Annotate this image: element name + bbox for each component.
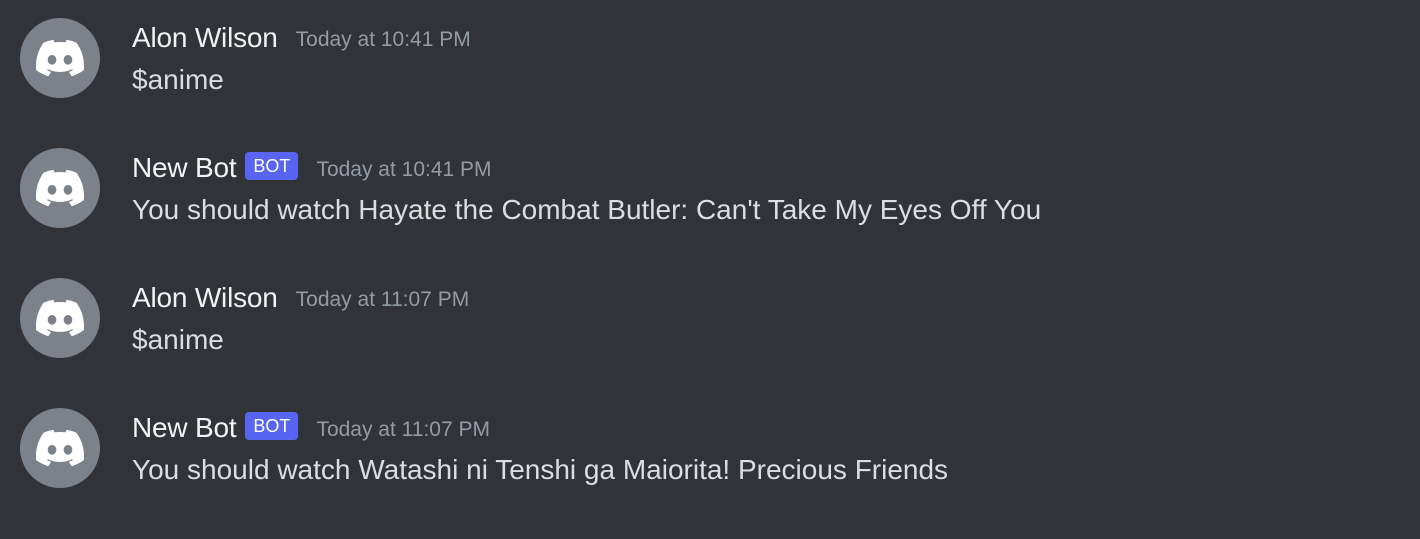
username[interactable]: New Bot [132,412,237,444]
message-content: You should watch Hayate the Combat Butle… [132,194,1042,225]
message-content: $anime [132,64,224,95]
timestamp: Today at 10:41 PM [295,28,471,51]
message: Alon Wilson Today at 11:07 PM $anime [0,260,1420,360]
discord-logo-icon [36,299,84,337]
discord-logo-icon [36,169,84,207]
message-header: Alon Wilson Today at 11:07 PM [132,278,469,318]
message-header: Alon Wilson Today at 10:41 PM [132,18,471,58]
avatar[interactable] [20,18,100,98]
message-list: Alon Wilson Today at 10:41 PM $anime New… [0,0,1420,539]
avatar[interactable] [20,148,100,228]
bot-tag: BOT [245,412,299,440]
avatar[interactable] [20,408,100,488]
discord-logo-icon [36,39,84,77]
message-header: New Bot BOT Today at 11:07 PM [132,408,490,448]
timestamp: Today at 10:41 PM [316,158,492,181]
message: New Bot BOT Today at 11:07 PM You should… [0,390,1420,490]
message: New Bot BOT Today at 10:41 PM You should… [0,130,1420,230]
username[interactable]: New Bot [132,152,237,184]
message-content: You should watch Watashi ni Tenshi ga Ma… [132,454,949,485]
discord-logo-icon [36,429,84,467]
message-content: $anime [132,324,224,355]
bot-tag: BOT [245,152,299,180]
message-header: New Bot BOT Today at 10:41 PM [132,148,492,188]
username[interactable]: Alon Wilson [132,282,278,314]
timestamp: Today at 11:07 PM [316,418,490,441]
avatar[interactable] [20,278,100,358]
username[interactable]: Alon Wilson [132,22,278,54]
timestamp: Today at 11:07 PM [295,288,470,311]
message: Alon Wilson Today at 10:41 PM $anime [0,0,1420,100]
